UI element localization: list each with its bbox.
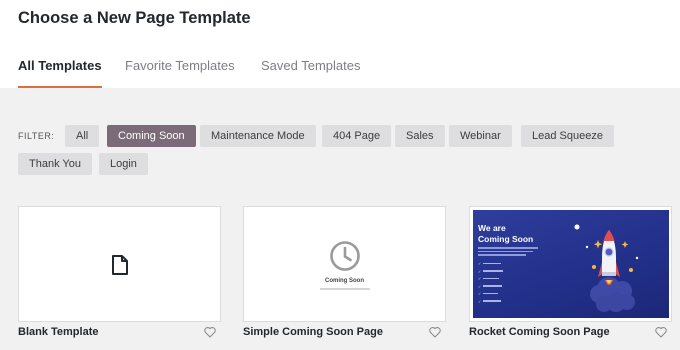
template-name: Blank Template [18,326,99,338]
heart-icon[interactable] [203,325,217,339]
filter-maintenance-mode[interactable]: Maintenance Mode [200,125,316,147]
filter-login[interactable]: Login [99,153,148,175]
tab-saved-templates[interactable]: Saved Templates [261,58,361,88]
template-card-blank: Blank Template [18,206,221,338]
filter-webinar[interactable]: Webinar [449,125,512,147]
preview-paragraph [478,247,538,256]
rocket-preview-background: We are Coming Soon ✓ ✓ ✓ ✓ ✓ ✓ [473,210,669,318]
template-preview-rocket-coming-soon[interactable]: We are Coming Soon ✓ ✓ ✓ ✓ ✓ ✓ [469,206,672,322]
preview-checklist: ✓ ✓ ✓ ✓ ✓ ✓ [478,261,504,304]
filter-label: FILTER: [18,131,55,141]
preview-subtext-line [320,288,370,290]
tab-all-templates[interactable]: All Templates [18,58,102,88]
heart-icon[interactable] [428,325,442,339]
filter-404-page[interactable]: 404 Page [322,125,392,147]
preview-title-line1: We are [478,223,506,233]
template-name: Simple Coming Soon Page [243,326,383,338]
template-preview-blank[interactable] [18,206,221,322]
clock-icon [330,241,360,271]
filter-coming-soon[interactable]: Coming Soon [107,125,196,147]
filter-sales[interactable]: Sales [395,125,445,147]
filter-all[interactable]: All [65,125,100,147]
template-name: Rocket Coming Soon Page [469,326,610,338]
template-preview-simple-coming-soon[interactable]: Coming Soon [243,206,446,322]
page-title: Choose a New Page Template [18,9,251,27]
preview-title-line2: Coming Soon [478,234,534,244]
filter-lead-squeeze[interactable]: Lead Squeeze [521,125,614,147]
filter-thank-you[interactable]: Thank You [18,153,92,175]
header: Choose a New Page Template All Templates… [0,0,680,88]
rocket-icon [574,224,639,312]
template-card-simple-coming-soon: Coming Soon Simple Coming Soon Page [243,206,446,338]
template-card-rocket-coming-soon: We are Coming Soon ✓ ✓ ✓ ✓ ✓ ✓ Rocket Co… [469,206,672,338]
tab-favorite-templates[interactable]: Favorite Templates [125,58,235,88]
file-icon [112,255,128,275]
preview-text: Coming Soon [325,278,364,284]
heart-icon[interactable] [654,325,668,339]
